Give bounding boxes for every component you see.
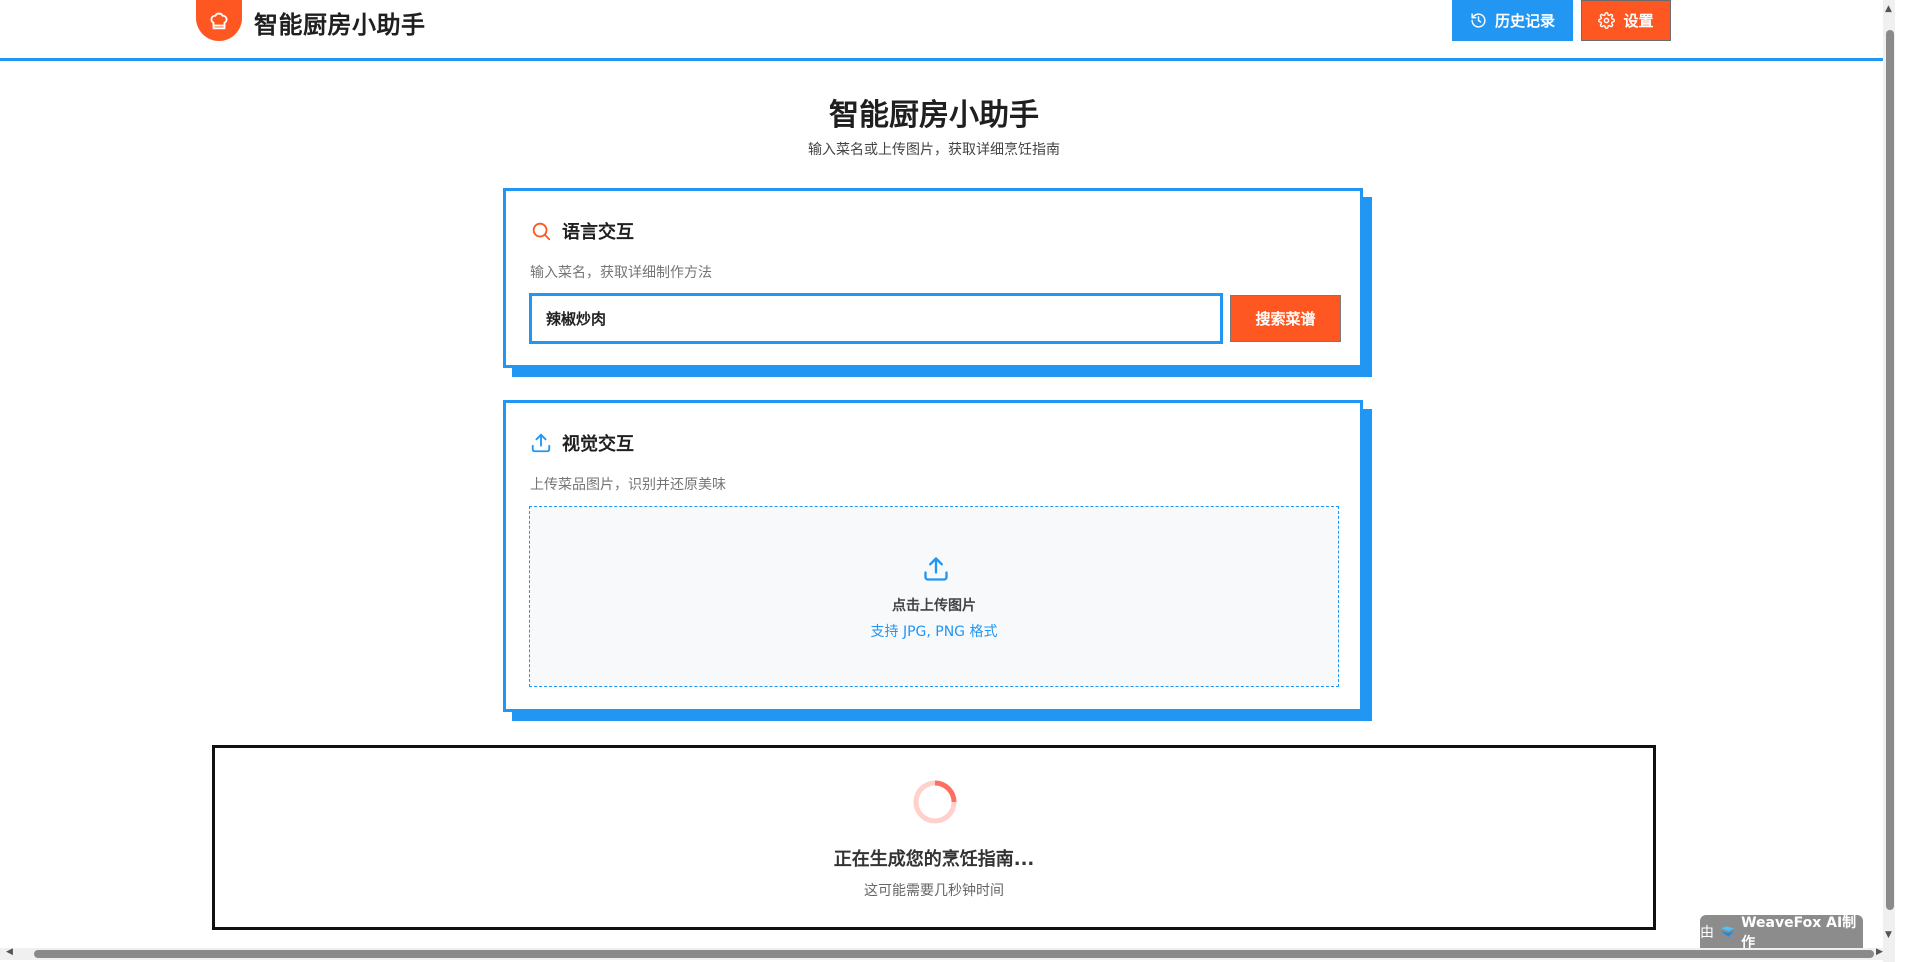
page-title: 智能厨房小助手 [829, 98, 1039, 133]
badge-prefix: 由 [1700, 924, 1714, 941]
language-card-header: 语言交互 [530, 218, 634, 244]
page-subtitle: 输入菜名或上传图片，获取详细烹饪指南 [808, 142, 1060, 158]
scroll-down-arrow-icon[interactable]: ▼ [1885, 930, 1892, 940]
loading-panel: 正在生成您的烹饪指南... 这可能需要几秒钟时间 [212, 745, 1656, 930]
scroll-up-arrow-icon[interactable]: ▲ [1885, 4, 1892, 14]
weavefox-logo-icon [1720, 925, 1735, 937]
loading-subtitle: 这可能需要几秒钟时间 [864, 883, 1004, 899]
loading-title: 正在生成您的烹饪指南... [833, 849, 1035, 870]
top-header: 智能厨房小助手 历史记录 设置 [0, 0, 1883, 61]
upload-icon [924, 557, 948, 581]
horizontal-scroll-thumb[interactable] [34, 950, 1874, 958]
visual-card-header: 视觉交互 [530, 430, 634, 456]
search-recipe-button[interactable]: 搜索菜谱 [1230, 295, 1341, 342]
scroll-left-arrow-icon[interactable]: ◀ [6, 947, 13, 957]
language-card-description: 输入菜名，获取详细制作方法 [530, 265, 712, 281]
language-card-title: 语言交互 [562, 222, 634, 243]
upload-label: 点击上传图片 [892, 598, 976, 614]
visual-card: 视觉交互 上传菜品图片，识别并还原美味 点击上传图片 支持 JPG, PNG 格… [503, 400, 1363, 712]
badge-text: WeaveFox AI制作 [1741, 914, 1857, 951]
upload-format-hint: 支持 JPG, PNG 格式 [870, 624, 998, 640]
app-title: 智能厨房小助手 [254, 11, 426, 39]
history-icon [1471, 13, 1486, 28]
settings-button[interactable]: 设置 [1581, 0, 1671, 41]
upload-icon [531, 433, 551, 453]
visual-card-title: 视觉交互 [562, 434, 634, 455]
settings-label: 设置 [1623, 13, 1654, 30]
gear-icon [1598, 12, 1616, 29]
visual-card-description: 上传菜品图片，识别并还原美味 [530, 477, 726, 493]
history-button[interactable]: 历史记录 [1452, 0, 1573, 41]
vertical-scroll-thumb[interactable] [1886, 30, 1894, 910]
chef-hat-icon [196, 0, 242, 41]
search-icon [532, 222, 551, 241]
language-card: 语言交互 输入菜名，获取详细制作方法 搜索菜谱 [503, 188, 1363, 368]
history-label: 历史记录 [1494, 13, 1555, 30]
image-upload-dropzone[interactable]: 点击上传图片 支持 JPG, PNG 格式 [529, 506, 1339, 687]
loading-spinner-icon [913, 780, 957, 824]
scroll-right-arrow-icon[interactable]: ▶ [1876, 947, 1883, 957]
dish-search-input[interactable] [529, 293, 1223, 344]
weavefox-badge[interactable]: 由 WeaveFox AI制作 [1700, 915, 1863, 951]
